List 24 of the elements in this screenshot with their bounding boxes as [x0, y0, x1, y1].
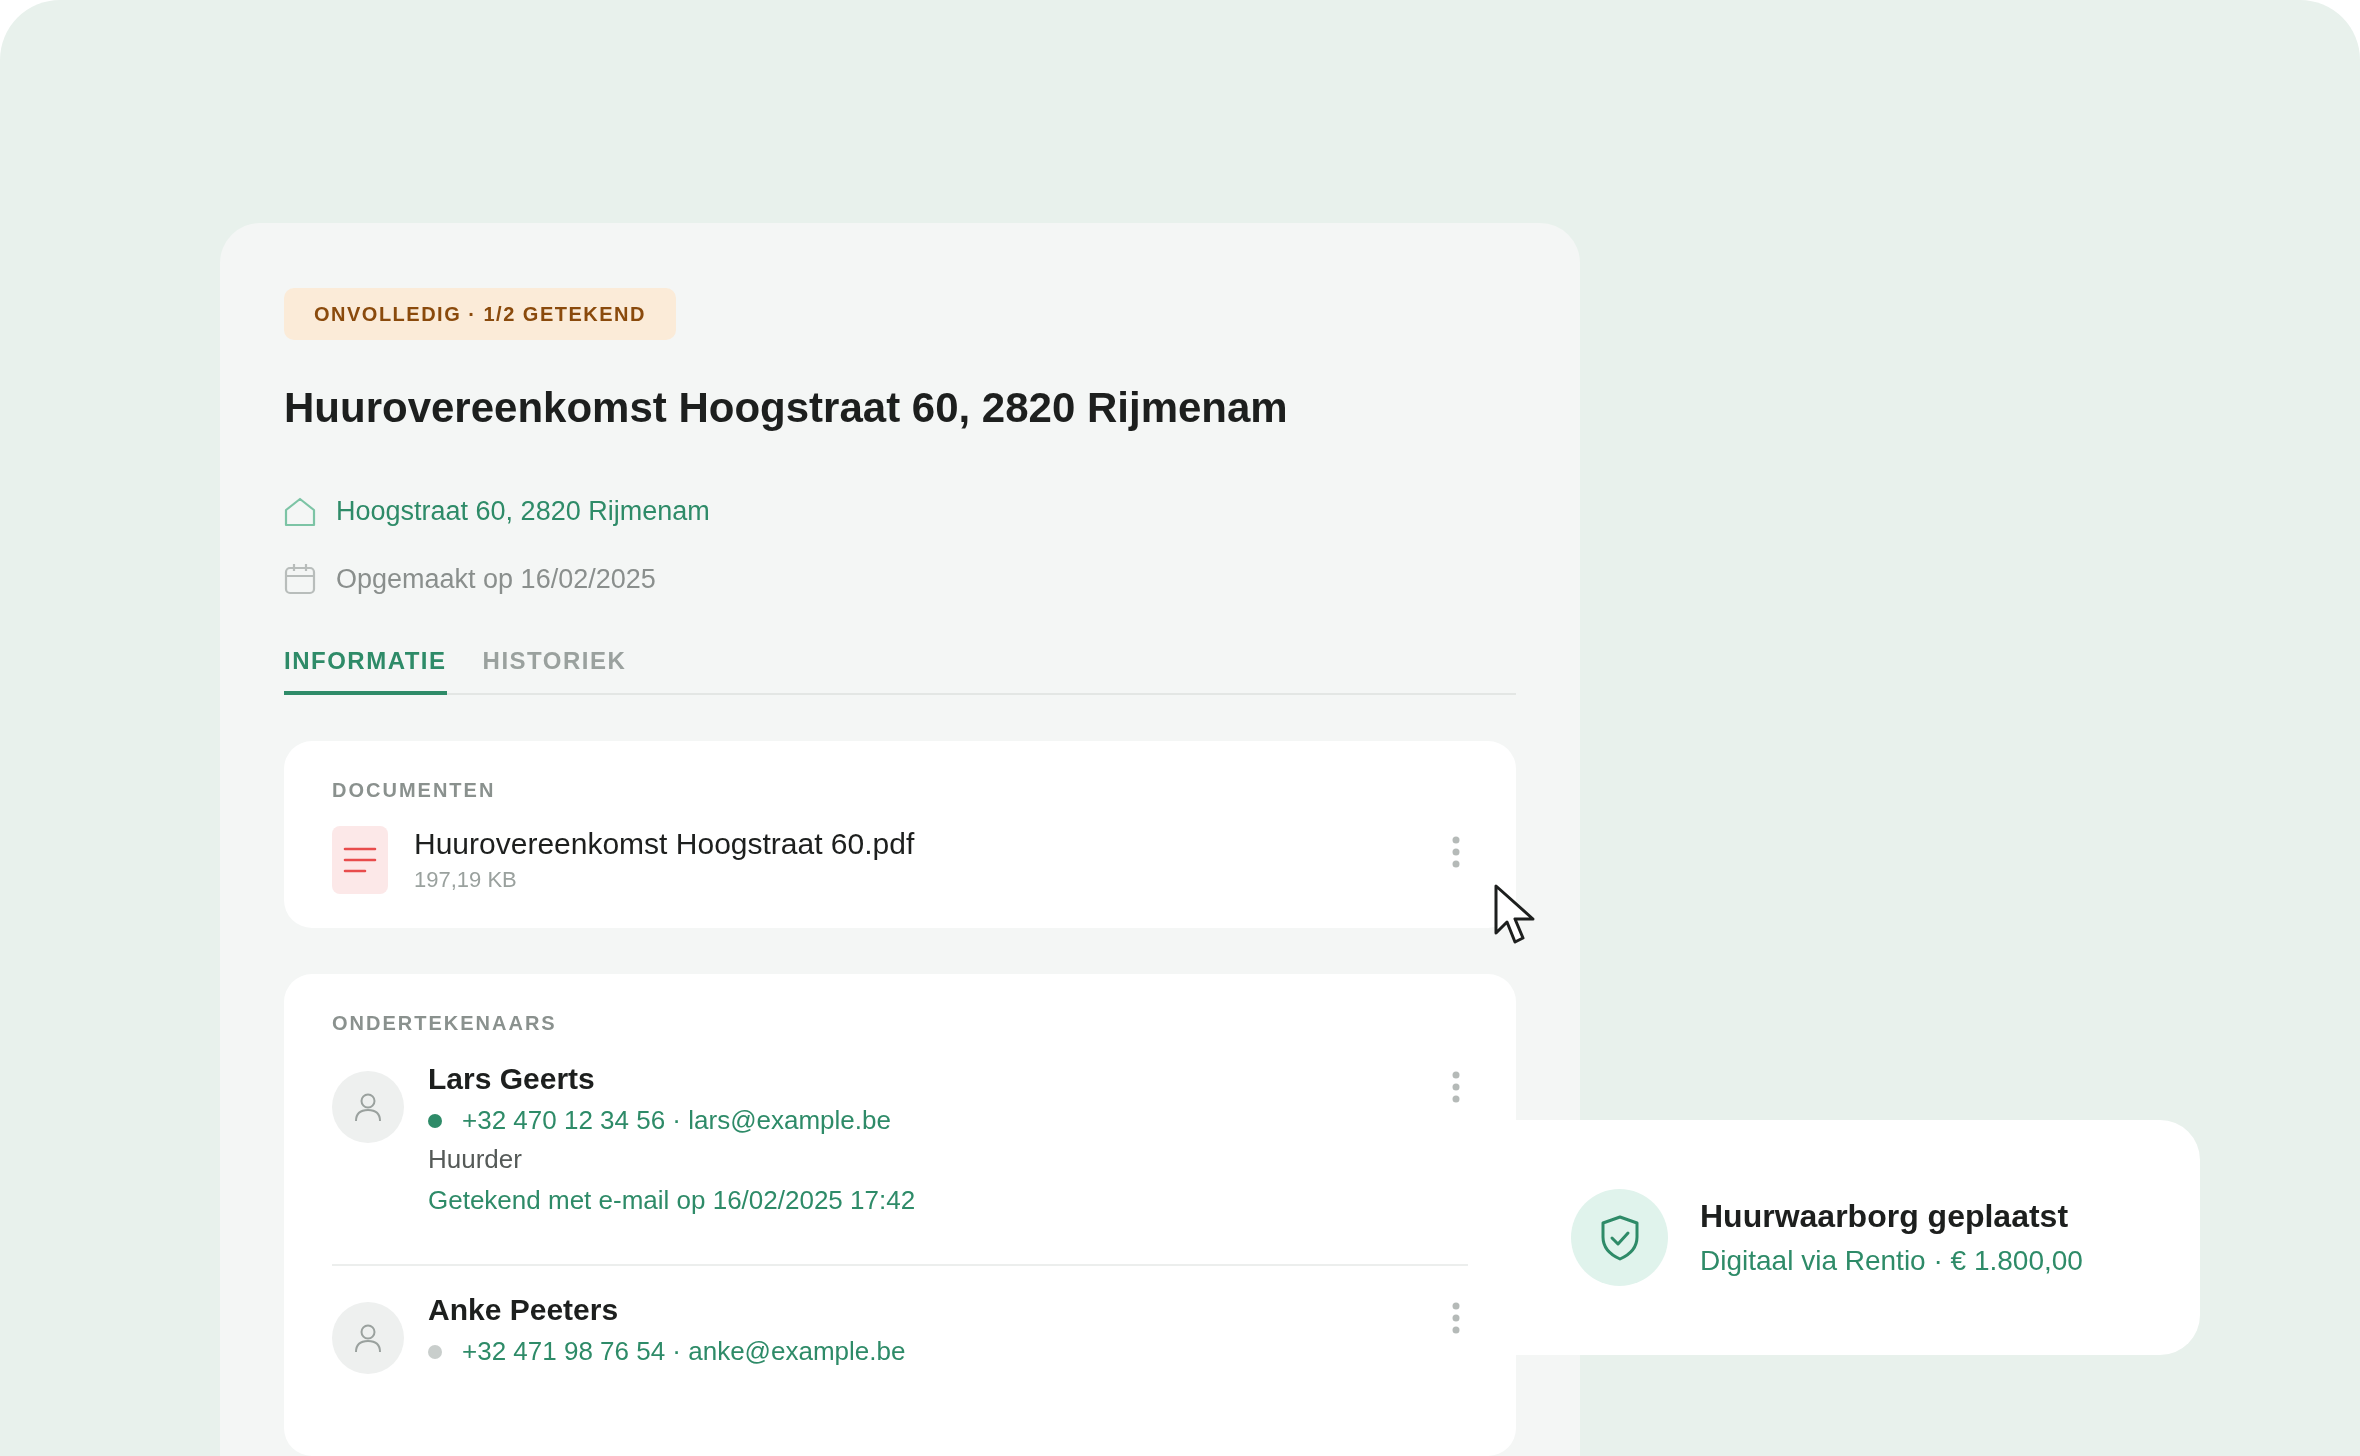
status-badge: ONVOLLEDIG · 1/2 GETEKEND — [284, 288, 676, 340]
tab[interactable]: INFORMATIE — [284, 637, 447, 695]
toast-title: Huurwaarborg geplaatst — [1700, 1198, 2070, 1235]
toast-subtitle: Digitaal via Rentio · € 1.800,00 — [1700, 1245, 2084, 1277]
more-icon[interactable] — [1452, 836, 1460, 868]
tab[interactable]: HISTORIEK — [482, 637, 627, 695]
file-size: 197,19 KB — [414, 867, 518, 893]
document-icon — [332, 826, 388, 894]
house-icon — [284, 496, 316, 527]
calendar-icon — [284, 563, 316, 595]
address-link[interactable]: Hoogstraat 60, 2820 Rijmenam — [336, 496, 710, 527]
file-name[interactable]: Huurovereenkomst Hoogstraat 60.pdf — [414, 827, 1426, 861]
created-date: Opgemaakt op 16/02/2025 — [336, 563, 656, 595]
section-heading: ONDERTEKENAARS — [332, 1012, 558, 1035]
signer-role: Huurder — [428, 1144, 523, 1175]
contact-info: +32 470 12 34 56 · lars@example.be — [462, 1105, 891, 1136]
signer-name: Lars Geerts — [428, 1061, 596, 1097]
page-title: Huurovereenkomst Hoogstraat 60, 2820 Rijmenam — [284, 383, 1289, 433]
contact-info: +32 471 98 76 54 · anke@example.be — [462, 1336, 906, 1367]
more-icon[interactable] — [1452, 1302, 1460, 1334]
signer-name: Anke Peeters — [428, 1292, 620, 1328]
section-heading: DOCUMENTEN — [332, 779, 497, 802]
more-icon[interactable] — [1452, 1071, 1460, 1103]
signature-status: Getekend met e-mail op 16/02/2025 17:42 — [428, 1185, 917, 1216]
